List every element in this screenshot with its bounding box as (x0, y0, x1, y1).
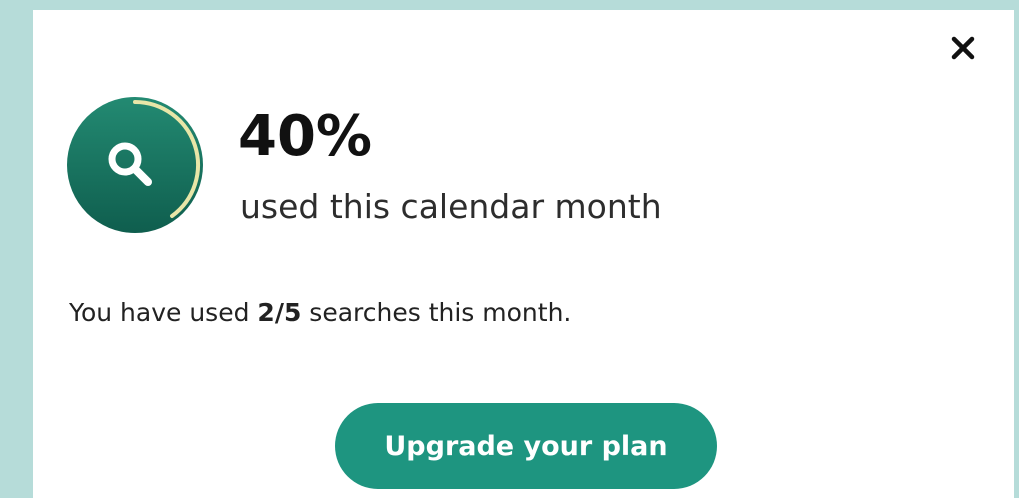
close-icon (951, 36, 975, 60)
usage-summary: You have used 2/5 searches this month. (69, 296, 571, 330)
usage-summary-suffix: searches this month. (301, 298, 572, 327)
usage-ring (67, 97, 203, 233)
close-button[interactable] (945, 30, 981, 66)
usage-summary-prefix: You have used (69, 298, 258, 327)
upgrade-plan-button[interactable]: Upgrade your plan (335, 403, 717, 489)
usage-separator: / (274, 298, 284, 327)
used-count: 2 (257, 298, 275, 327)
total-count: 5 (283, 298, 302, 327)
usage-percent: 40% (238, 104, 373, 169)
usage-caption: used this calendar month (240, 187, 662, 226)
usage-dialog: 40% used this calendar month You have us… (33, 10, 1014, 498)
